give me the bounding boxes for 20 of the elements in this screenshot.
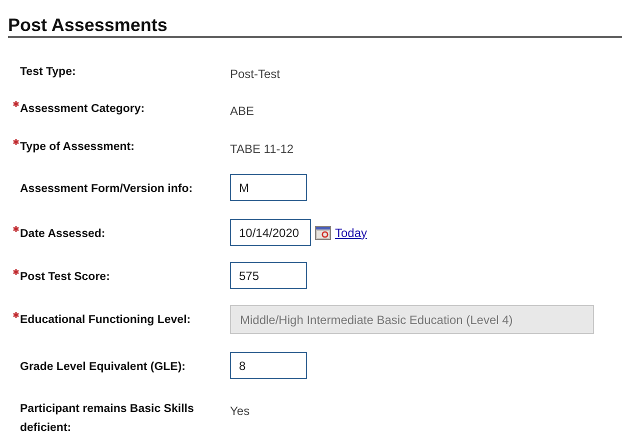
- field-value: Post-Test: [230, 67, 280, 81]
- field-label: Assessment Category:: [20, 102, 146, 117]
- field-label: Grade Level Equivalent (GLE):: [20, 360, 187, 375]
- input-field[interactable]: M: [230, 174, 307, 201]
- today-link[interactable]: Today: [335, 226, 368, 240]
- field-label: Educational Functioning Level:: [20, 313, 192, 328]
- field-value: Yes: [230, 404, 250, 418]
- field-label: Assessment Form/Version info:: [20, 182, 194, 197]
- calendar-icon[interactable]: [315, 226, 331, 240]
- field-label: Participant remains Basic Skills deficient:: [20, 402, 195, 436]
- input-field[interactable]: 8: [230, 352, 307, 379]
- date-field[interactable]: 10/14/2020: [230, 219, 311, 246]
- input-field[interactable]: 575: [230, 262, 307, 289]
- field-value: ABE: [230, 104, 254, 118]
- section-title: Post Assessments: [8, 14, 622, 38]
- field-label: Post Test Score:: [20, 270, 111, 285]
- field-value: TABE 11-12: [230, 142, 294, 156]
- field-label: Test Type:: [20, 65, 77, 80]
- field-label: Type of Assessment:: [20, 140, 136, 155]
- field-label: Date Assessed:: [20, 227, 106, 242]
